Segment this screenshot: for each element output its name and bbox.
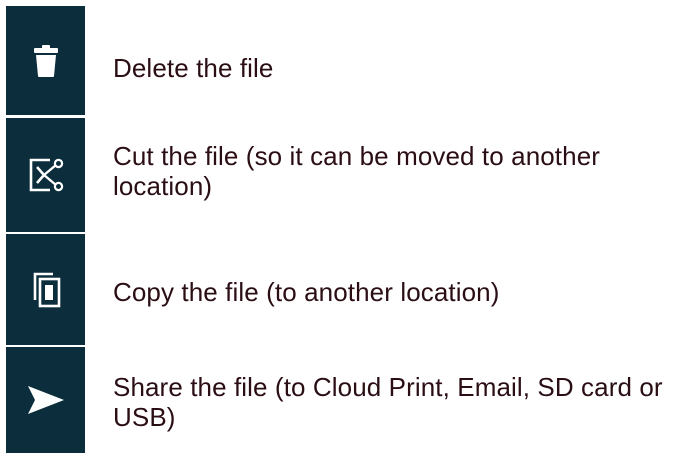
trash-icon	[33, 44, 58, 77]
copy-button[interactable]	[6, 234, 85, 345]
delete-button[interactable]	[6, 6, 85, 115]
cut-button[interactable]	[6, 118, 85, 232]
share-icon	[27, 386, 64, 414]
action-row-copy: Copy the file (to another location)	[0, 234, 676, 346]
cut-icon	[29, 158, 63, 192]
action-row-share: Share the file (to Cloud Print, Email, S…	[0, 346, 676, 453]
copy-icon	[33, 272, 60, 307]
action-row-cut: Cut the file (so it can be moved to anot…	[0, 117, 676, 234]
file-actions-legend: Delete the file Cut the file (so it can …	[0, 0, 676, 453]
share-button[interactable]	[6, 347, 85, 453]
copy-description: Copy the file (to another location)	[113, 277, 500, 307]
cut-description: Cut the file (so it can be moved to anot…	[113, 141, 601, 201]
share-description: Share the file (to Cloud Print, Email, S…	[113, 372, 663, 432]
action-row-delete: Delete the file	[0, 0, 676, 117]
delete-description: Delete the file	[113, 53, 274, 83]
